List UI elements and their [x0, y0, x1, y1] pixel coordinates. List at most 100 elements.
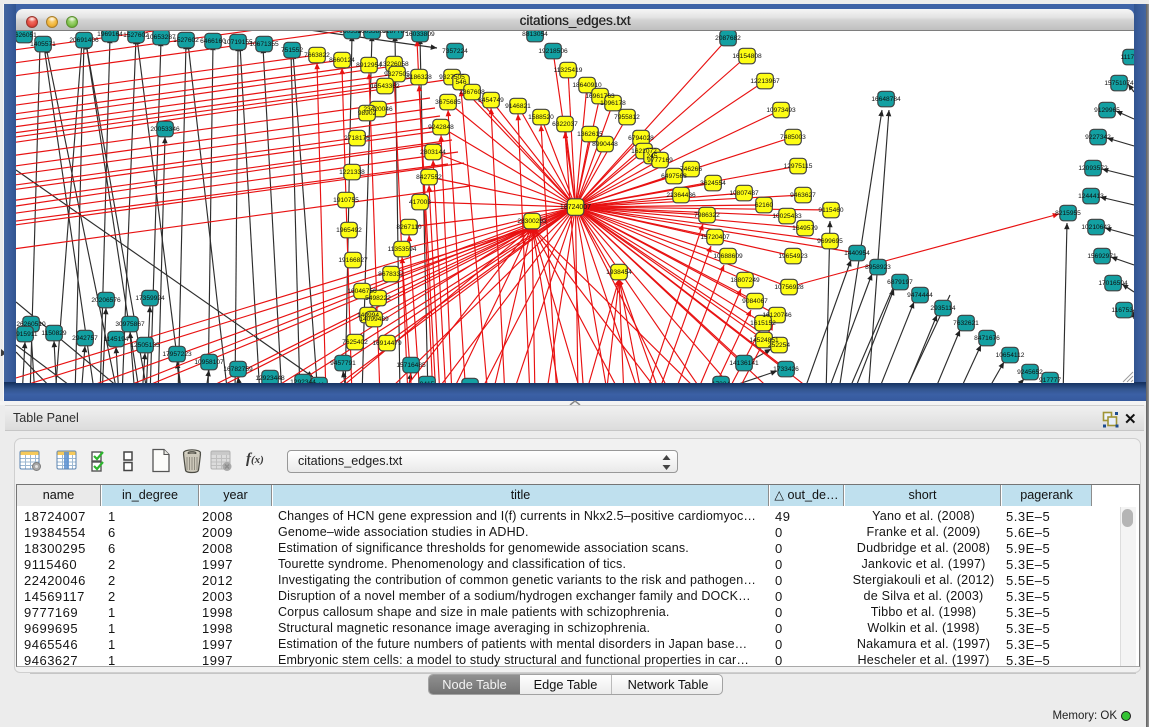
svg-text:1527602: 1527602 — [123, 32, 149, 39]
svg-text:9699695: 9699695 — [817, 238, 843, 245]
svg-text:3624554: 3624554 — [700, 180, 726, 187]
svg-text:1733426: 1733426 — [773, 366, 799, 373]
svg-text:6794028: 6794028 — [628, 135, 654, 142]
svg-text:2942757: 2942757 — [72, 335, 98, 342]
svg-text:7632621: 7632621 — [953, 320, 979, 327]
svg-text:1292344: 1292344 — [290, 379, 316, 383]
svg-text:1649579: 1649579 — [792, 225, 818, 232]
svg-text:12093572: 12093572 — [1078, 165, 1108, 172]
svg-text:17334: 17334 — [712, 381, 731, 383]
svg-text:19166827: 19166827 — [338, 257, 368, 264]
svg-text:14099489: 14099489 — [359, 316, 389, 323]
svg-text:14136141: 14136141 — [729, 360, 759, 367]
svg-text:8267110: 8267110 — [396, 224, 422, 231]
svg-text:9084067: 9084067 — [742, 298, 768, 305]
svg-text:1221338: 1221338 — [339, 169, 365, 176]
svg-text:9415: 9415 — [420, 381, 435, 383]
svg-text:10807487: 10807487 — [729, 190, 759, 197]
svg-text:26260510: 26260510 — [16, 321, 46, 328]
svg-text:9242848: 9242848 — [428, 124, 454, 131]
svg-text:6322037: 6322037 — [552, 121, 578, 128]
svg-text:9227342: 9227342 — [1085, 134, 1111, 141]
svg-text:751552: 751552 — [281, 47, 303, 54]
svg-text:18640910: 18640910 — [572, 82, 602, 89]
svg-text:6497568: 6497568 — [661, 173, 687, 180]
svg-text:17016504: 17016504 — [1098, 280, 1128, 287]
svg-text:15720407: 15720407 — [700, 234, 730, 241]
svg-text:16046756: 16046756 — [347, 288, 377, 295]
svg-text:15716485: 15716485 — [396, 362, 426, 369]
svg-text:12975115: 12975115 — [784, 163, 813, 170]
svg-text:19654923: 19654923 — [778, 253, 808, 260]
svg-text:11325419: 11325419 — [554, 67, 583, 74]
svg-text:10025433: 10025433 — [772, 213, 802, 220]
svg-text:1969164: 1969164 — [97, 31, 123, 38]
svg-text:1938454: 1938454 — [606, 269, 632, 276]
svg-text:1145194: 1145194 — [103, 336, 129, 343]
svg-text:8958923: 8958923 — [865, 264, 891, 271]
svg-text:13226058: 13226058 — [379, 61, 409, 68]
svg-text:5498222: 5498222 — [365, 295, 391, 302]
svg-text:28300293: 28300293 — [517, 218, 547, 225]
svg-text:1965492: 1965492 — [336, 227, 362, 234]
svg-text:2087682: 2087682 — [715, 35, 741, 42]
svg-text:10653287: 10653287 — [146, 34, 176, 41]
svg-text:1150829: 1150829 — [41, 330, 67, 337]
svg-text:7625402: 7625402 — [342, 339, 368, 346]
svg-text:10756928: 10756928 — [774, 284, 804, 291]
svg-text:2367608: 2367608 — [459, 89, 485, 96]
svg-text:7955812: 7955812 — [614, 114, 640, 121]
svg-text:417003: 417003 — [409, 199, 431, 206]
svg-text:17359924: 17359924 — [135, 295, 165, 302]
svg-text:9187786: 9187786 — [382, 31, 408, 35]
svg-text:2935114: 2935114 — [930, 305, 956, 312]
svg-text:16154808: 16154808 — [732, 53, 762, 60]
svg-text:18724007: 18724007 — [560, 204, 591, 211]
svg-text:1615152: 1615152 — [750, 320, 776, 327]
svg-text:12505135: 12505135 — [130, 342, 160, 349]
svg-text:8427552: 8427552 — [416, 174, 442, 181]
svg-text:9457791: 9457791 — [330, 360, 356, 367]
svg-text:2718176: 2718176 — [344, 135, 370, 142]
svg-text:6879197: 6879197 — [887, 279, 913, 286]
svg-text:8678332: 8678332 — [378, 271, 404, 278]
svg-text:16648784: 16648784 — [871, 96, 901, 103]
svg-text:10671355: 10671355 — [249, 41, 279, 48]
svg-text:7663822: 7663822 — [304, 52, 330, 59]
svg-text:8471676: 8471676 — [974, 335, 1000, 342]
svg-text:9777169: 9777169 — [647, 157, 673, 164]
svg-text:16914479: 16914479 — [372, 340, 402, 347]
svg-text:8660124: 8660124 — [329, 57, 355, 64]
svg-text:10958107: 10958107 — [194, 359, 224, 366]
svg-text:10210643: 10210643 — [1081, 224, 1111, 231]
svg-text:8912954: 8912954 — [356, 62, 382, 69]
svg-text:9463627: 9463627 — [790, 192, 816, 199]
svg-text:8813054: 8813054 — [522, 31, 548, 38]
svg-text:941: 941 — [313, 382, 324, 383]
svg-text:20053346: 20053346 — [150, 126, 180, 133]
svg-text:9474444: 9474444 — [907, 292, 933, 299]
svg-text:1588520: 1588520 — [528, 114, 554, 121]
svg-text:9115460: 9115460 — [818, 207, 844, 214]
svg-text:1167534: 1167534 — [1111, 307, 1134, 314]
svg-text:12213967: 12213967 — [750, 78, 780, 85]
svg-text:1096178: 1096178 — [600, 100, 626, 107]
svg-text:9245652: 9245652 — [1017, 369, 1043, 376]
svg-text:746266: 746266 — [680, 166, 702, 173]
svg-text:16033809: 16033809 — [405, 31, 435, 38]
svg-text:1440954: 1440954 — [844, 250, 870, 257]
svg-text:10654112: 10654112 — [996, 352, 1025, 359]
svg-text:16782759: 16782759 — [223, 366, 253, 373]
svg-text:98902: 98902 — [358, 110, 377, 117]
svg-text:15692971: 15692971 — [1087, 253, 1117, 260]
svg-text:16543362: 16543362 — [370, 83, 400, 90]
svg-text:546: 546 — [455, 79, 466, 86]
svg-text:2803144: 2803144 — [420, 149, 446, 156]
svg-text:111743: 111743 — [1120, 54, 1134, 61]
svg-text:16120746: 16120746 — [762, 312, 792, 319]
svg-text:7357224: 7357224 — [442, 48, 468, 55]
svg-text:3675685: 3675685 — [435, 99, 461, 106]
svg-text:20691406: 20691406 — [69, 37, 99, 44]
svg-text:7986322: 7986322 — [694, 212, 720, 219]
svg-text:1527602: 1527602 — [173, 37, 199, 44]
